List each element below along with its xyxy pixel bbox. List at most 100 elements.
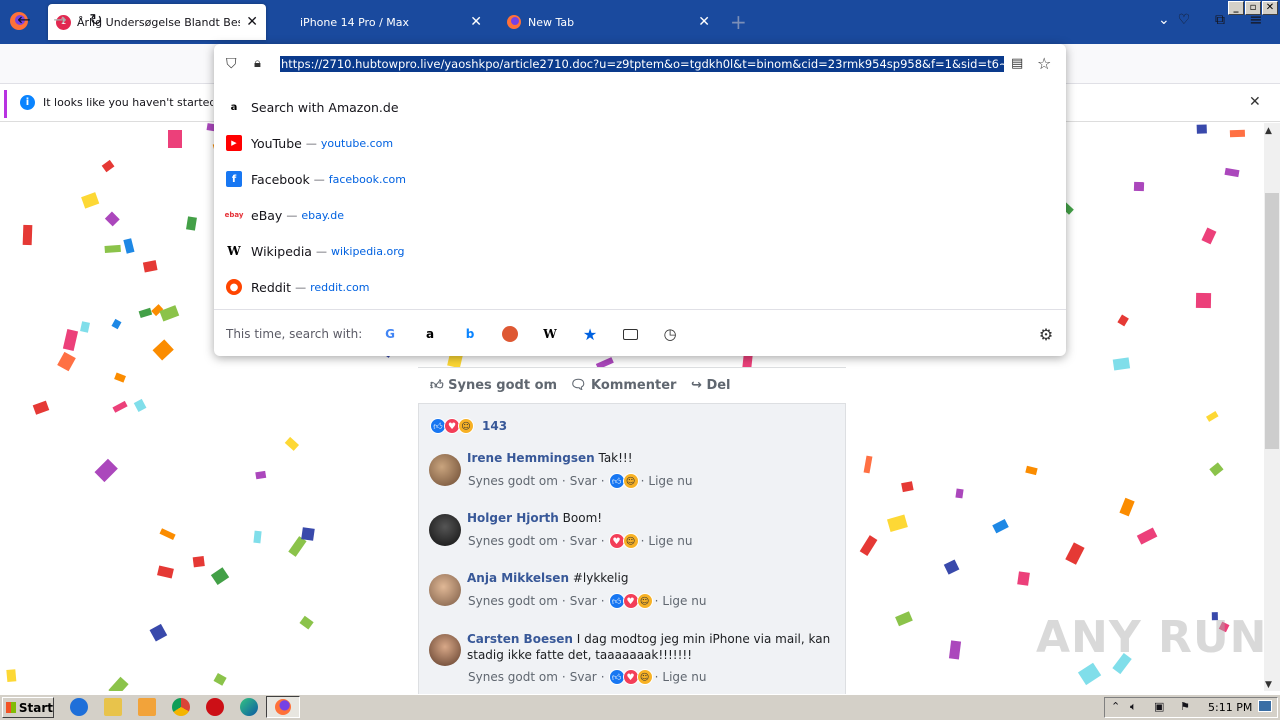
back-arrow-icon[interactable]: ← [12,8,36,32]
comment-reply-link[interactable]: Svar [570,670,597,684]
haha-reaction-icon: ☺ [636,669,653,685]
lock-icon[interactable]: 🔒︎ [254,56,261,71]
comment-like-link[interactable]: Synes godt om [468,594,558,608]
confetti-piece [863,455,874,474]
confetti-piece [192,555,205,567]
tabs-icon[interactable] [620,324,640,344]
comment-time: Lige nu [662,670,707,684]
commenter-name[interactable]: Carsten Boesen [467,632,573,646]
start-button[interactable]: Start [2,697,54,718]
chrome-icon[interactable] [172,698,190,716]
suggestion-separator: — [305,136,317,150]
suggestion-name: Search with Amazon.de [251,99,399,115]
confetti-piece [288,536,307,557]
avatar[interactable] [429,454,461,486]
confetti-piece [1134,181,1145,192]
commenter-name[interactable]: Holger Hjorth [467,511,559,525]
comment-like-link[interactable]: Synes godt om [468,534,558,548]
suggestion-wikipedia[interactable]: W Wikipedia — wikipedia.org [226,241,405,261]
network-icon[interactable]: ▣ [1154,700,1164,713]
commenter-name[interactable]: Irene Hemmingsen [467,451,595,465]
close-tab-icon[interactable]: ✕ [470,15,482,29]
google-icon[interactable]: G [380,324,400,344]
pocket-icon[interactable]: ♡ [1172,8,1196,32]
confetti-piece [107,676,128,691]
haha-reaction-icon: ☺ [622,473,639,489]
confetti-piece [156,565,174,579]
avatar[interactable] [429,574,461,606]
wikipedia-icon[interactable]: W [540,324,560,344]
comment-reply-link[interactable]: Svar [570,474,597,488]
scrollbar-thumb[interactable] [1265,193,1279,449]
watermark: ANY RUN [1036,612,1268,663]
forward-arrow-icon[interactable]: → [48,8,72,32]
suggestion-url: wikipedia.org [330,244,405,258]
comment-like-link[interactable]: Synes godt om [468,670,558,684]
chevron-down-icon[interactable]: ⌄ [1158,12,1170,28]
comment-text: Tak!!! [598,451,633,465]
confetti-piece [101,160,115,173]
extensions-icon[interactable]: ⧉ [1208,8,1232,32]
avatar[interactable] [429,634,461,666]
suggestion-ebay[interactable]: ebay eBay — ebay.de [225,205,344,225]
history-icon[interactable]: ◷ [660,324,680,344]
tray-expand-icon[interactable]: ⌃ [1111,700,1120,713]
comment-meta: Synes godt om · Svar · 👍︎ ♥ ☺ · Lige nu [468,669,707,685]
comment-meta: Synes godt om · Svar · 👍︎ ☺ · Lige nu [468,473,693,489]
comment-meta: Synes godt om · Svar · 👍︎ ♥ ☺ · Lige nu [468,593,707,609]
comment-like-link[interactable]: Synes godt om [468,474,558,488]
confetti-piece [111,319,121,330]
tab-survey[interactable]: 1 Årlig Undersøgelse Blandt Besøgende ✕ [48,4,266,40]
share-button[interactable]: ↪ Del [691,378,731,393]
tab-new-tab[interactable]: New Tab ✕ [498,4,718,40]
confetti-piece [1113,357,1131,371]
tab-iphone[interactable]: iPhone 14 Pro / Max ✕ [270,4,490,40]
bing-icon[interactable]: b [460,324,480,344]
media-player-icon[interactable] [138,698,156,716]
suggestion-reddit[interactable]: ● Reddit — reddit.com [226,277,369,297]
reaction-summary[interactable]: 👍︎ ♥ ☺ 143 [430,418,507,434]
amazon-icon[interactable]: a [420,324,440,344]
suggestion-youtube[interactable]: ▶ YouTube — youtube.com [226,133,393,153]
confetti-piece [1224,168,1241,178]
close-tab-icon[interactable]: ✕ [698,15,710,29]
comment-reply-link[interactable]: Svar [570,534,597,548]
bookmarks-icon[interactable]: ★ [580,324,600,344]
close-tab-icon[interactable]: ✕ [246,15,258,29]
tab-title: New Tab [528,15,575,29]
folder-icon[interactable] [104,698,122,716]
close-icon[interactable]: ✕ [1249,94,1261,110]
flag-icon[interactable]: ⚑ [1180,700,1190,713]
confetti-piece [22,225,33,246]
bookmark-star-icon[interactable]: ☆ [1037,54,1051,73]
tab-title: iPhone 14 Pro / Max [300,15,410,29]
menu-icon[interactable]: ≡ [1244,8,1268,32]
suggestion-amazon-search[interactable]: a Search with Amazon.de [226,97,399,117]
show-desktop-icon[interactable] [1258,700,1272,712]
like-button[interactable]: 👍︎ Synes godt om [430,378,557,393]
notification-accent [4,90,7,118]
ie-icon[interactable] [70,698,88,716]
comment-reply-link[interactable]: Svar [570,594,597,608]
opera-icon[interactable] [206,698,224,716]
plus-icon[interactable]: + [730,10,747,34]
facebook-icon: f [226,171,242,187]
volume-icon[interactable]: 🔈︎ [1130,700,1137,714]
taskbar-firefox-button[interactable] [266,696,300,718]
confetti-piece [901,481,914,492]
gear-icon[interactable]: ⚙ [1036,324,1056,344]
scroll-up-icon[interactable]: ▲ [1265,126,1272,136]
reload-icon[interactable]: ↻ [84,8,108,32]
comment-button[interactable]: 🗨︎ Kommenter [570,378,676,393]
duckduckgo-icon[interactable] [500,324,520,344]
confetti-piece [1201,227,1217,245]
shield-icon[interactable]: ⛉ [226,56,237,72]
reader-view-icon[interactable]: ▤ [1011,56,1023,71]
edge-icon[interactable] [240,698,258,716]
avatar[interactable] [429,514,461,546]
scroll-down-icon[interactable]: ▼ [1265,680,1272,690]
confetti-piece [254,471,266,480]
commenter-name[interactable]: Anja Mikkelsen [467,571,569,585]
url-input[interactable]: https://2710.hubtowpro.live/yaoshkpo/art… [280,56,1004,72]
suggestion-facebook[interactable]: f Facebook — facebook.com [226,169,406,189]
